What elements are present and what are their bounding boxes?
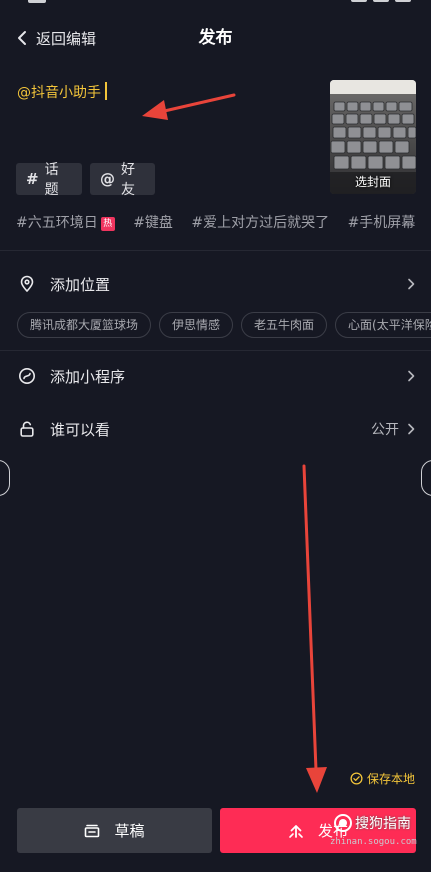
top-bar: 返回编辑 发布 [0,18,431,58]
status-bar [0,0,431,8]
add-mini-program-row[interactable]: 添加小程序 [0,358,431,394]
draft-label: 草稿 [114,822,145,840]
save-draft-button[interactable]: 草稿 [17,808,212,853]
right-edge-handle[interactable] [421,460,431,496]
save-local-label: 保存本地 [366,772,415,786]
page-title: 发布 [198,28,233,48]
sogou-watermark: 搜狗指南 zhinan.sogou.com [326,813,428,853]
visibility-row[interactable]: 谁可以看 公开 [0,411,431,447]
save-local-toggle[interactable]: 保存本地 [350,770,415,787]
at-icon: @ [100,170,115,188]
caption-text: @抖音小助手 [17,85,101,101]
add-mini-program-label: 添加小程序 [50,367,126,386]
sogou-logo [334,814,352,832]
visibility-label: 谁可以看 [50,420,111,439]
suggested-hashtags: #六五环境日热 #键盘 #爱上对方过后就哭了 #手机屏幕 [16,212,431,234]
text-caret [105,82,107,100]
topic-button[interactable]: # 话题 [16,162,82,198]
hashtag-suggestion[interactable]: #六五环境日热 [16,215,115,231]
topic-label: 话题 [44,162,59,198]
location-suggestions: 腾讯成都大厦篮球场 伊思情感 老五牛肉面 心面(太平洋保险 [17,312,431,340]
status-bar-left [28,0,46,3]
divider [0,350,431,351]
mention-friend-button[interactable]: @ 好友 [90,162,155,198]
cover-picker[interactable]: 选封面 [330,80,416,194]
status-bar-right [351,0,411,2]
location-chip[interactable]: 腾讯成都大厦篮球场 [17,312,152,338]
add-location-row[interactable]: 添加位置 [0,266,431,302]
caption-input[interactable]: @抖音小助手 [17,80,317,150]
hashtag-suggestion[interactable]: #爱上对方过后就哭了 [191,215,329,231]
watermark-main-text: 搜狗指南 [355,816,411,832]
left-edge-handle[interactable] [0,460,10,496]
location-chip[interactable]: 伊思情感 [159,312,234,338]
location-chip[interactable]: 心面(太平洋保险 [335,312,431,338]
annotation-arrow-publish [302,464,327,793]
hashtag-suggestion[interactable]: #手机屏幕 [348,215,416,231]
cover-label: 选封面 [354,175,391,189]
check-circle-icon [350,772,363,785]
hashtag-suggestion[interactable]: #键盘 [133,215,173,231]
draft-box-icon [85,824,100,837]
location-pin-icon [20,275,34,292]
friend-label: 好友 [121,162,135,198]
divider [0,250,431,251]
lock-icon [20,421,34,437]
chevron-right-icon [408,423,415,435]
upload-arrow-icon [289,824,303,838]
visibility-value: 公开 [371,422,399,438]
hash-icon: # [26,170,39,188]
mini-program-icon [19,368,35,384]
location-chip[interactable]: 老五牛肉面 [241,312,328,338]
chevron-right-icon [408,370,415,382]
hot-badge: 热 [100,217,115,231]
add-location-label: 添加位置 [50,275,111,294]
watermark-sub-text: zhinan.sogou.com [330,837,417,847]
chevron-right-icon [408,278,415,290]
